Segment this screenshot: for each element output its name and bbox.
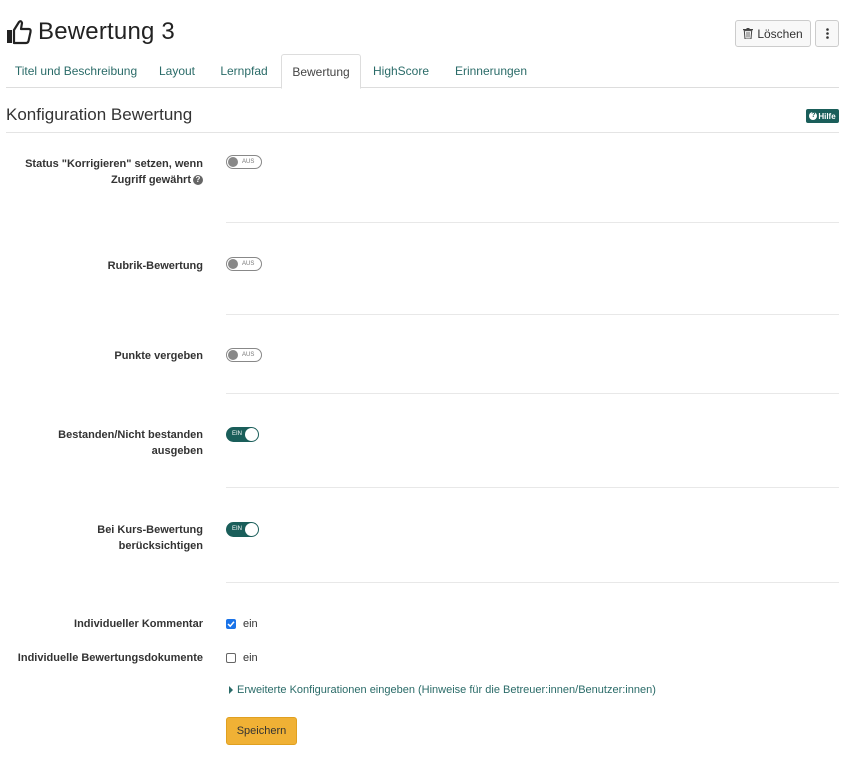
dokumente-label: Individuelle Bewertungsdokumente — [17, 652, 203, 664]
kommentar-checkbox[interactable] — [226, 619, 236, 629]
dokumente-option-label[interactable]: ein — [243, 651, 258, 665]
tab-lernpfad[interactable]: Lernpfad — [208, 54, 280, 88]
divider — [226, 393, 839, 394]
bestanden-label: Bestanden/Nicht bestanden ausgeben — [58, 429, 203, 457]
vertical-ellipsis-icon — [825, 28, 829, 39]
help-icon: ? — [809, 112, 818, 120]
toggle-knob — [228, 157, 238, 167]
info-icon[interactable]: ? — [193, 175, 203, 186]
save-button[interactable]: Speichern — [226, 717, 297, 745]
kurs-bewertung-label: Bei Kurs-Bewertung berücksichtigen — [97, 524, 203, 552]
toggle-knob — [245, 523, 258, 536]
punkte-vergeben-toggle[interactable]: AUS — [226, 348, 262, 362]
advanced-config-link[interactable]: Erweiterte Konfigurationen eingeben (Hin… — [229, 684, 656, 696]
trash-icon — [743, 28, 754, 39]
section-divider — [6, 132, 839, 133]
rubrik-bewertung-label: Rubrik-Bewertung — [107, 260, 203, 272]
rubrik-bewertung-toggle[interactable]: AUS — [226, 257, 262, 271]
status-korrigieren-toggle[interactable]: AUS — [226, 155, 262, 169]
checkmark-icon — [227, 621, 235, 628]
tab-layout[interactable]: Layout — [146, 54, 208, 88]
divider — [226, 314, 839, 315]
kurs-bewertung-toggle[interactable]: EIN — [226, 522, 259, 537]
punkte-vergeben-label: Punkte vergeben — [114, 350, 203, 362]
kommentar-option-label[interactable]: ein — [243, 617, 258, 631]
toggle-knob — [228, 259, 238, 269]
divider — [226, 582, 839, 583]
toggle-knob — [228, 350, 238, 360]
tab-erinnerungen[interactable]: Erinnerungen — [440, 54, 542, 88]
page-title: Bewertung 3 — [38, 18, 175, 45]
more-actions-button[interactable] — [815, 20, 839, 47]
tab-titel-beschreibung[interactable]: Titel und Beschreibung — [6, 54, 146, 88]
delete-button-label: Löschen — [757, 26, 803, 41]
page-header: Bewertung 3 — [6, 18, 175, 46]
status-korrigieren-label: Status "Korrigieren" setzen, wenn Zugrif… — [25, 158, 203, 186]
section-title: Konfiguration Bewertung — [6, 105, 193, 124]
divider — [226, 487, 839, 488]
kommentar-label: Individueller Kommentar — [74, 618, 203, 630]
tab-highscore[interactable]: HighScore — [362, 54, 440, 88]
tab-bar: Titel und Beschreibung Layout Lernpfad B… — [6, 54, 839, 89]
caret-right-icon — [229, 686, 233, 694]
tab-bewertung[interactable]: Bewertung — [281, 54, 361, 89]
toggle-knob — [245, 428, 258, 441]
delete-button[interactable]: Löschen — [735, 20, 811, 47]
dokumente-checkbox[interactable] — [226, 653, 236, 663]
bestanden-toggle[interactable]: EIN — [226, 427, 259, 442]
help-button[interactable]: ? Hilfe — [806, 109, 839, 123]
divider — [226, 222, 839, 223]
thumbs-up-icon — [7, 20, 32, 45]
help-label: Hilfe — [818, 111, 836, 121]
